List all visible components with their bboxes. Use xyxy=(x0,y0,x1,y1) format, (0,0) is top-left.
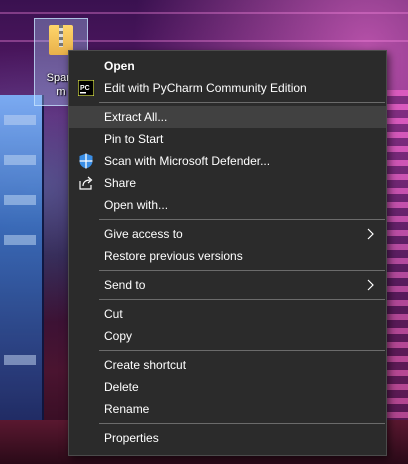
chevron-right-icon xyxy=(367,228,374,240)
menu-item-pin-to-start[interactable]: Pin to Start xyxy=(69,128,386,150)
menu-item-label: Properties xyxy=(104,431,159,445)
share-icon xyxy=(79,176,93,190)
wallpaper-stripe xyxy=(0,12,408,14)
menu-separator xyxy=(99,219,385,220)
menu-item-label: Scan with Microsoft Defender... xyxy=(104,154,271,168)
menu-item-rename[interactable]: Rename xyxy=(69,398,386,420)
menu-item-restore-versions[interactable]: Restore previous versions xyxy=(69,245,386,267)
menu-item-cut[interactable]: Cut xyxy=(69,303,386,325)
pycharm-icon: PC xyxy=(78,80,94,96)
menu-item-label: Restore previous versions xyxy=(104,249,243,263)
menu-item-extract-all[interactable]: Extract All... xyxy=(69,106,386,128)
menu-item-open[interactable]: Open xyxy=(69,55,386,77)
menu-item-copy[interactable]: Copy xyxy=(69,325,386,347)
menu-item-create-shortcut[interactable]: Create shortcut xyxy=(69,354,386,376)
menu-item-label: Open with... xyxy=(104,198,169,212)
menu-item-label: Cut xyxy=(104,307,123,321)
menu-item-edit-pycharm[interactable]: PC Edit with PyCharm Community Edition xyxy=(69,77,386,99)
defender-shield-icon xyxy=(79,153,93,169)
context-menu: Open PC Edit with PyCharm Community Edit… xyxy=(68,50,387,456)
menu-item-label: Delete xyxy=(104,380,139,394)
menu-item-open-with[interactable]: Open with... xyxy=(69,194,386,216)
menu-item-share[interactable]: Share xyxy=(69,172,386,194)
menu-item-label: Extract All... xyxy=(104,110,168,124)
menu-item-scan-defender[interactable]: Scan with Microsoft Defender... xyxy=(69,150,386,172)
menu-item-delete[interactable]: Delete xyxy=(69,376,386,398)
chevron-right-icon xyxy=(367,279,374,291)
menu-separator xyxy=(99,299,385,300)
menu-item-label: Give access to xyxy=(104,227,183,241)
menu-item-send-to[interactable]: Send to xyxy=(69,274,386,296)
menu-separator xyxy=(99,270,385,271)
menu-item-label: Edit with PyCharm Community Edition xyxy=(104,81,307,95)
menu-item-label: Create shortcut xyxy=(104,358,187,372)
menu-item-label: Open xyxy=(104,59,135,73)
menu-separator xyxy=(99,350,385,351)
menu-item-label: Rename xyxy=(104,402,150,416)
svg-text:PC: PC xyxy=(80,85,90,92)
menu-item-label: Send to xyxy=(104,278,146,292)
wallpaper-vending-machine xyxy=(0,95,44,425)
menu-item-label: Copy xyxy=(104,329,133,343)
menu-separator xyxy=(99,423,385,424)
menu-item-give-access[interactable]: Give access to xyxy=(69,223,386,245)
wallpaper-shelf xyxy=(385,90,408,420)
menu-separator xyxy=(99,102,385,103)
menu-item-properties[interactable]: Properties xyxy=(69,427,386,449)
menu-item-label: Share xyxy=(104,176,137,190)
menu-item-label: Pin to Start xyxy=(104,132,164,146)
